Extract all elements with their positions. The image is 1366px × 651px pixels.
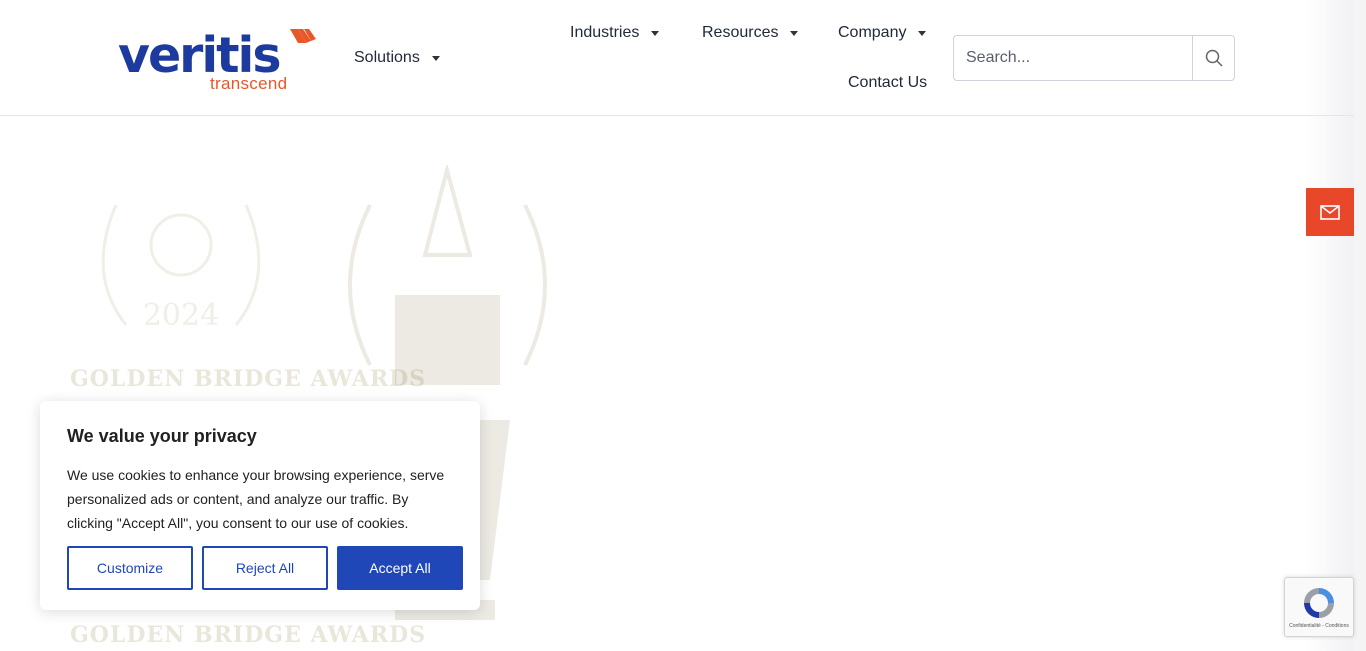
envelope-icon: [1320, 204, 1340, 220]
nav-resources[interactable]: Resources: [702, 24, 799, 42]
nav-contact-label: Contact Us: [848, 74, 928, 91]
recaptcha-footer: Confidentialité - Conditions: [1289, 623, 1349, 629]
veritis-logo[interactable]: veritis transcend: [118, 26, 318, 96]
stevie-award-image: [330, 162, 565, 395]
accept-all-button[interactable]: Accept All: [337, 546, 463, 590]
cookie-consent-banner: We value your privacy We use cookies to …: [40, 401, 480, 610]
chevron-down-icon: [431, 55, 440, 61]
chevron-down-icon: [790, 30, 799, 36]
cookie-title: We value your privacy: [67, 426, 257, 446]
nav-solutions-label: Solutions: [354, 49, 420, 66]
chevron-down-icon: [918, 30, 927, 36]
search-input[interactable]: [954, 36, 1193, 80]
page-edge-shadow: [1304, 0, 1354, 651]
logo-tagline: transcend: [210, 74, 288, 93]
svg-text:2024: 2024: [143, 298, 219, 333]
nav-solutions[interactable]: Solutions: [354, 49, 440, 67]
nav-contact-us[interactable]: Contact Us: [848, 74, 927, 92]
recaptcha-icon: [1304, 588, 1334, 618]
nav-industries-label: Industries: [570, 24, 640, 41]
cookie-buttons: Customize Reject All Accept All: [67, 546, 463, 590]
nav-resources-label: Resources: [702, 24, 779, 41]
page: 2024 GOLDEN BRIDGE AWARDS GOLDEN BRIDGE …: [0, 0, 1366, 651]
search-button[interactable]: [1193, 36, 1234, 80]
recaptcha-badge[interactable]: Confidentialité - Conditions: [1284, 577, 1354, 637]
golden-bridge-award-text-2: GOLDEN BRIDGE AWARDS: [70, 622, 427, 648]
chevron-down-icon: [651, 30, 660, 36]
golden-bridge-award-image: 2024: [66, 175, 296, 390]
search-icon: [1205, 49, 1223, 67]
nav-company-label: Company: [838, 24, 907, 41]
reject-all-button[interactable]: Reject All: [202, 546, 328, 590]
contact-mail-tab[interactable]: [1306, 188, 1354, 236]
customize-button[interactable]: Customize: [67, 546, 193, 590]
cookie-description: We use cookies to enhance your browsing …: [67, 467, 445, 531]
search-box: [953, 35, 1235, 81]
nav-company[interactable]: Company: [838, 24, 927, 42]
site-header: veritis transcend Solutions Industries R…: [0, 0, 1354, 116]
nav-industries[interactable]: Industries: [570, 24, 660, 42]
logo-stripes-icon: [290, 29, 316, 43]
scrollbar[interactable]: [1354, 0, 1366, 651]
